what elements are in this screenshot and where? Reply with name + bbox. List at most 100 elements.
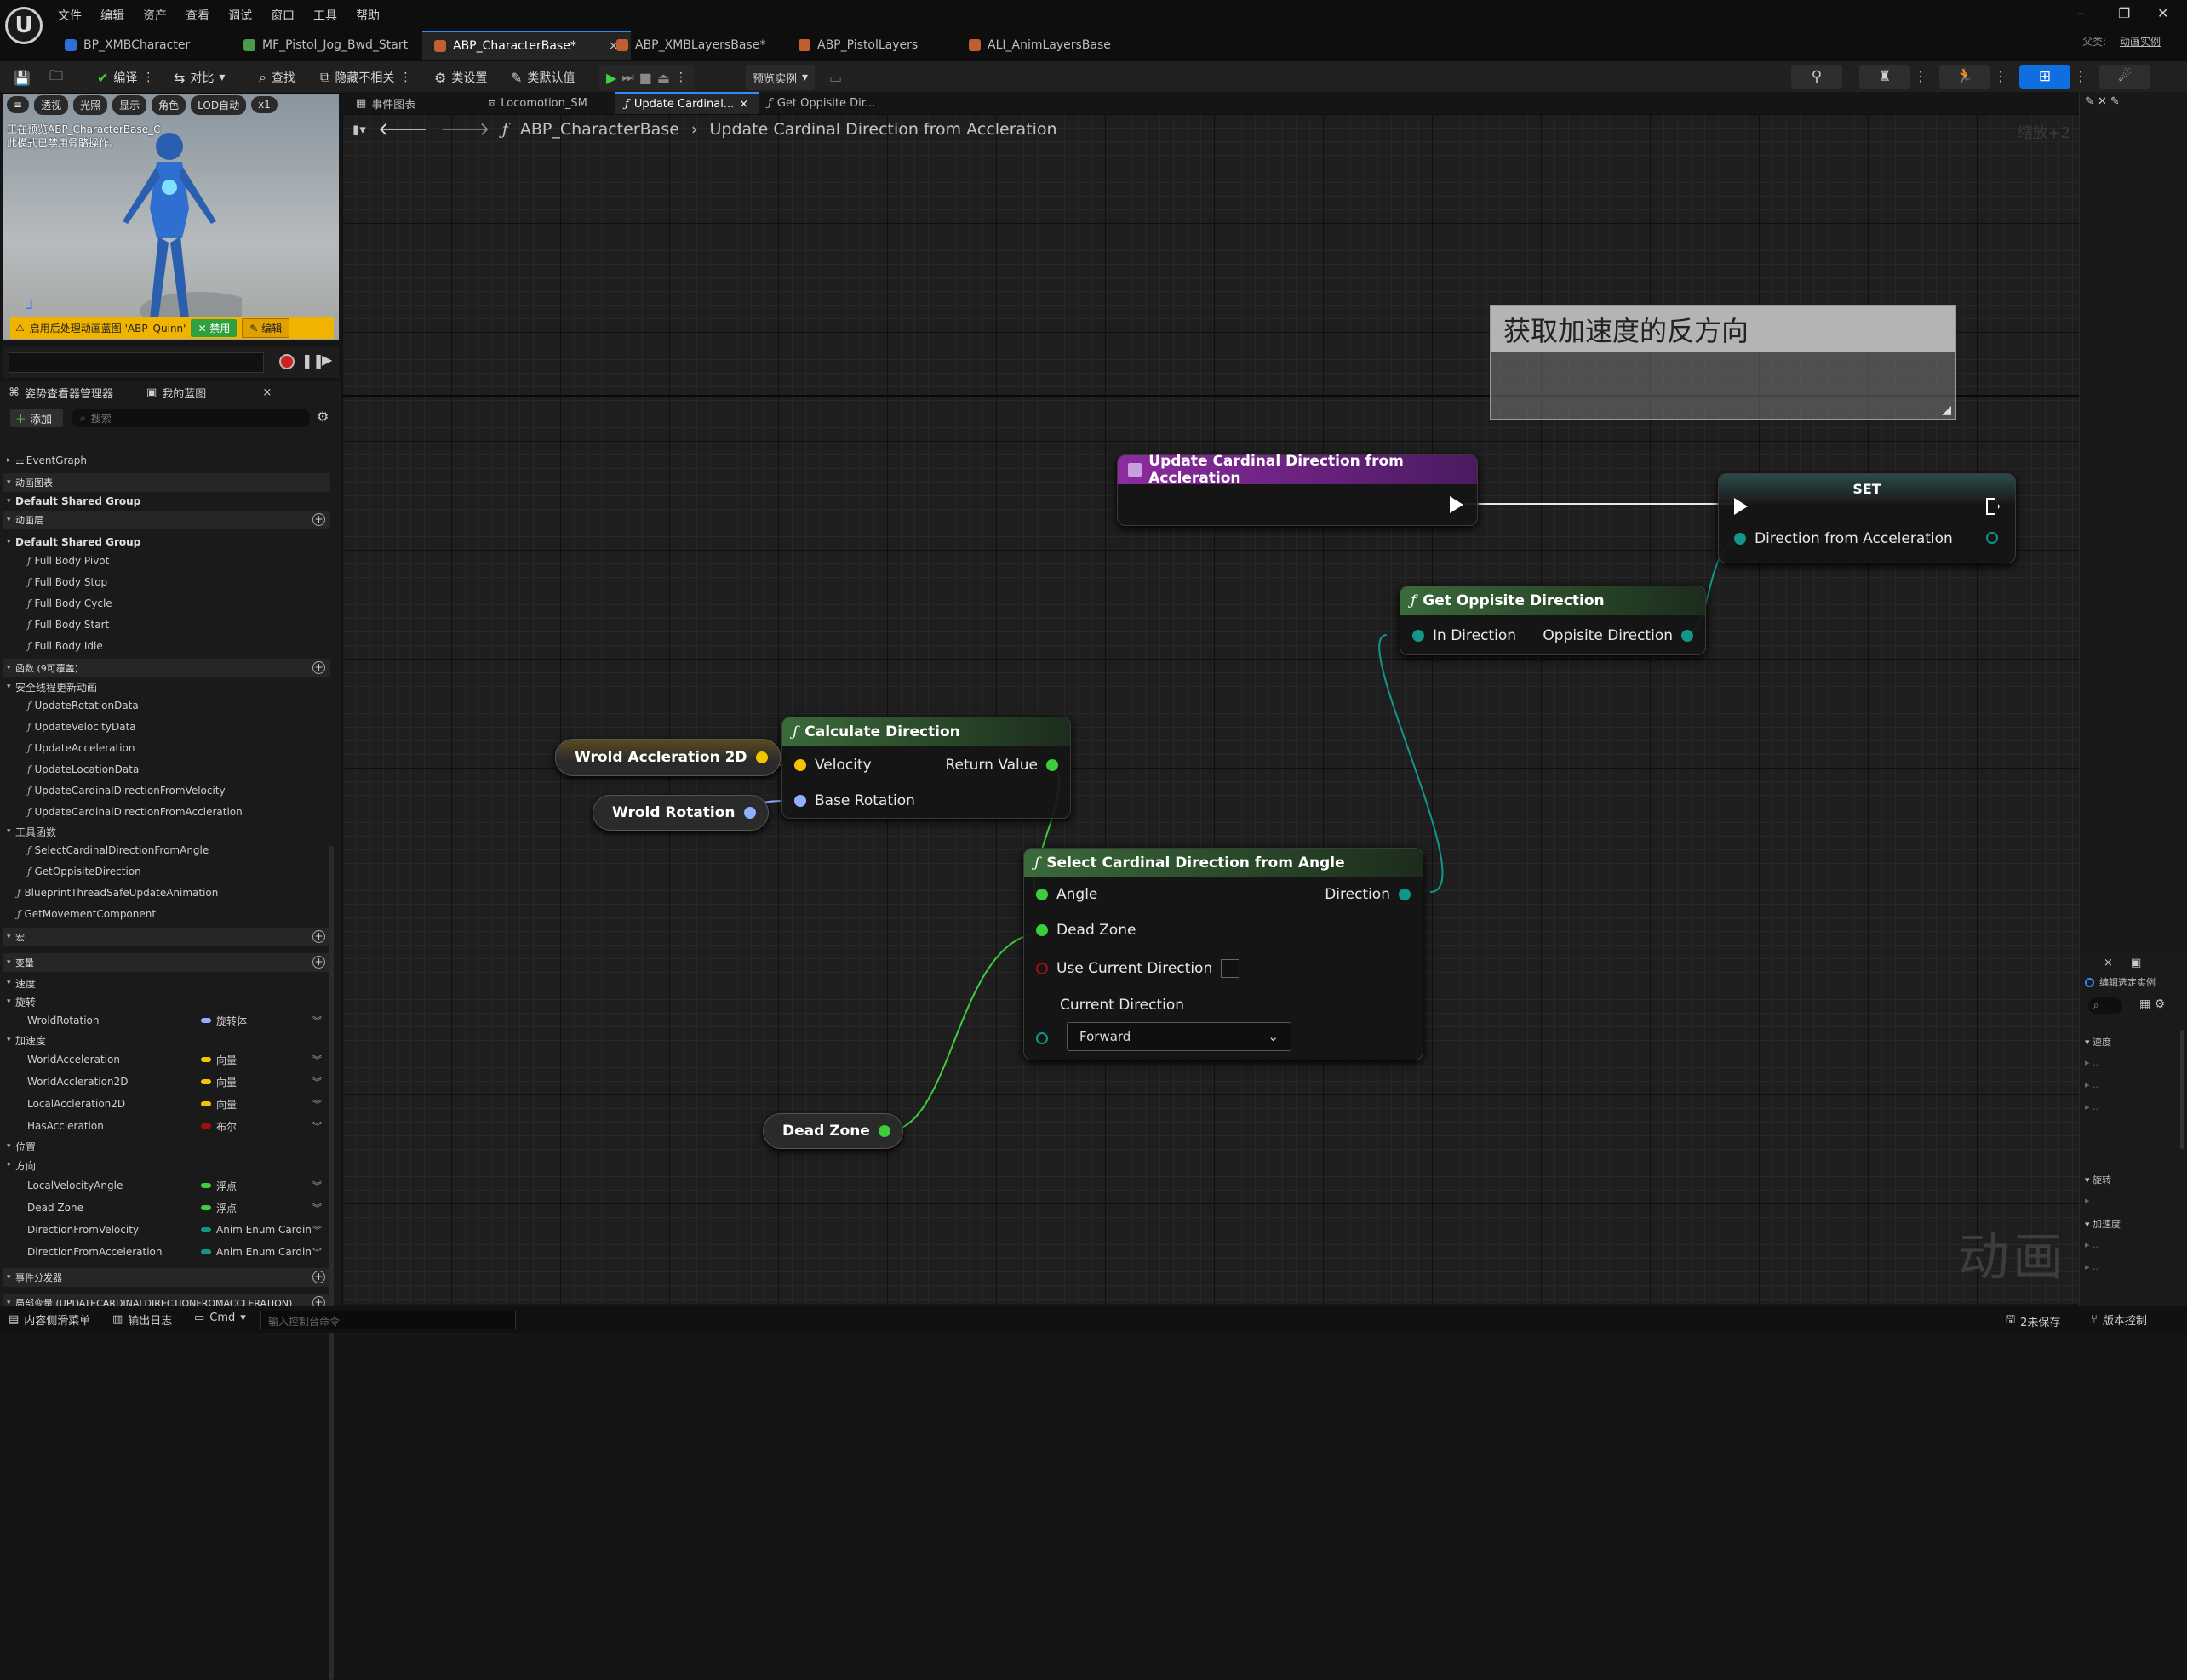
- edit-button[interactable]: ✎ 编辑: [242, 317, 290, 338]
- section-header[interactable]: ▾ 动画图表: [3, 473, 330, 492]
- function-row[interactable]: ƒ UpdateLocationData: [3, 760, 330, 779]
- physics-mode-button[interactable]: ☄: [2099, 65, 2150, 89]
- variable-row[interactable]: WorldAcceleration 向量 ︾: [3, 1050, 330, 1069]
- property-row[interactable]: ▸ ..: [2085, 1239, 2098, 1250]
- current-direction-pin[interactable]: [1036, 1032, 1048, 1044]
- playback-speed-chip[interactable]: x1: [251, 96, 278, 113]
- get-oppisite-direction-node[interactable]: ƒ Get Oppisite Direction In Direction Opp…: [1400, 586, 1706, 655]
- more-icon[interactable]: ⋮: [1914, 68, 1927, 84]
- variable-type[interactable]: 浮点: [201, 1201, 237, 1215]
- function-row[interactable]: ƒ GetOppisiteDirection: [3, 862, 330, 881]
- property-row[interactable]: ▸ ..: [2085, 1261, 2098, 1272]
- step-icon[interactable]: ⏭: [621, 69, 633, 86]
- show-chip[interactable]: 显示: [112, 94, 147, 115]
- category-rotation[interactable]: ▾ 旋转: [2085, 1173, 2111, 1186]
- viewport-menu-icon[interactable]: ≡: [7, 96, 30, 113]
- restore-button[interactable]: ❐: [2118, 5, 2130, 21]
- graph-canvas[interactable]: ▮▾ 🡐 🡒 ƒ ABP_CharacterBase › Update Card…: [342, 114, 2079, 1304]
- expand-icon[interactable]: ▾: [7, 827, 15, 836]
- visibility-icon[interactable]: ︾: [312, 1075, 322, 1089]
- dead-zone-pin[interactable]: Dead Zone: [1036, 922, 1136, 939]
- menu-file[interactable]: 文件: [58, 7, 82, 24]
- expand-icon[interactable]: ▾: [7, 1142, 15, 1151]
- close-window-button[interactable]: ✕: [2157, 5, 2168, 21]
- more-icon[interactable]: ⋮: [1994, 68, 2007, 84]
- gear-icon[interactable]: ⚙: [317, 409, 329, 425]
- direction-out-pin[interactable]: Direction: [1325, 886, 1411, 903]
- section-header[interactable]: ▾ 函数 (9可覆盖) +: [3, 659, 330, 677]
- visibility-icon[interactable]: ︾: [312, 1014, 322, 1027]
- play-icon[interactable]: ▶: [606, 70, 616, 86]
- stop-icon[interactable]: ■: [639, 70, 652, 86]
- use-current-direction-pin[interactable]: Use Current Direction: [1036, 959, 1240, 978]
- expand-icon[interactable]: ▾: [7, 516, 15, 524]
- property-row[interactable]: ▸ ..: [2085, 1101, 2098, 1112]
- diff-button[interactable]: ⇆ 对比 ▾: [167, 65, 232, 90]
- blueprint-search-input[interactable]: ⌕ 搜索: [72, 409, 310, 427]
- variable-row[interactable]: Dead Zone 浮点 ︾: [3, 1198, 330, 1217]
- current-direction-dropdown[interactable]: Forward ⌄: [1067, 1022, 1291, 1051]
- function-row[interactable]: ƒ BlueprintThreadSafeUpdateAnimation: [3, 883, 330, 902]
- expand-icon[interactable]: ▾: [7, 933, 15, 941]
- category-row[interactable]: ▾ 位置: [3, 1137, 330, 1156]
- function-row[interactable]: ƒ UpdateVelocityData: [3, 717, 330, 736]
- play-icon[interactable]: ▶: [322, 351, 332, 368]
- close-icon[interactable]: ×: [262, 386, 272, 399]
- menu-debug[interactable]: 调试: [228, 7, 252, 24]
- category-speed[interactable]: ▾ 速度: [2085, 1035, 2111, 1049]
- base-rotation-pin[interactable]: Base Rotation: [794, 792, 915, 809]
- function-row[interactable]: ƒ Full Body Start: [3, 615, 330, 634]
- cmd-dropdown[interactable]: ▭ Cmd ▾: [194, 1311, 246, 1324]
- expand-icon[interactable]: ▾: [7, 979, 15, 987]
- menu-view[interactable]: 查看: [186, 7, 209, 24]
- preview-viewport[interactable]: ≡ 透视 光照 显示 角色 LOD自动 x1 正在预览ABP_Character…: [3, 94, 339, 340]
- property-row[interactable]: ▸ ..: [2085, 1079, 2098, 1090]
- grid-icon[interactable]: ▦ ⚙: [2139, 997, 2165, 1011]
- skeleton-mode-button[interactable]: ⚲: [1791, 65, 1842, 89]
- category-row[interactable]: ▾ Default Shared Group: [3, 533, 330, 551]
- category-row[interactable]: ▾ 工具函数: [3, 822, 330, 841]
- find-button[interactable]: ⌕ 查找: [252, 65, 302, 90]
- in-direction-pin[interactable]: In Direction: [1412, 627, 1516, 644]
- variable-type[interactable]: 向量: [201, 1075, 237, 1089]
- use-current-direction-checkbox[interactable]: [1221, 959, 1240, 978]
- tab-pose-watch[interactable]: ⌘ 姿势查看器管理器: [9, 385, 113, 401]
- add-icon[interactable]: +: [312, 513, 325, 526]
- expand-icon[interactable]: ▾: [7, 497, 15, 506]
- select-cardinal-direction-node[interactable]: ƒ Select Cardinal Direction from Angle An…: [1023, 848, 1423, 1060]
- add-button[interactable]: ＋添加: [10, 409, 63, 427]
- var-dead-zone[interactable]: Dead Zone: [763, 1113, 903, 1149]
- doc-tab-abp-xmblayersbase[interactable]: ABP_XMBLayersBase*: [604, 31, 777, 60]
- visibility-icon[interactable]: ︾: [312, 1201, 322, 1214]
- function-row[interactable]: ƒ UpdateRotationData: [3, 696, 330, 715]
- comment-title[interactable]: 获取加速度的反方向: [1491, 306, 1955, 352]
- category-acceleration[interactable]: ▾ 加速度: [2085, 1217, 2121, 1231]
- more-icon[interactable]: ⋮: [675, 71, 687, 84]
- hide-unrelated-button[interactable]: ⧉ 隐藏不相关 ⋮: [313, 65, 418, 90]
- function-row[interactable]: ƒ UpdateAcceleration: [3, 739, 330, 757]
- search-input[interactable]: ⌕: [2088, 997, 2122, 1014]
- preview-instance-dropdown[interactable]: 预览实例 ▾: [746, 65, 816, 90]
- source-control-button[interactable]: ⑂ 版本控制: [2091, 1311, 2147, 1328]
- var-wrold-accleration-2d[interactable]: Wrold Accleration 2D: [555, 739, 781, 776]
- variable-row[interactable]: DirectionFromVelocity Anim Enum Cardin ︾: [3, 1220, 330, 1239]
- visibility-icon[interactable]: ︾: [312, 1245, 322, 1259]
- class-defaults-button[interactable]: ✎ 类默认值: [504, 65, 581, 90]
- variable-type[interactable]: 布尔: [201, 1119, 237, 1134]
- expand-icon[interactable]: ▾: [7, 1273, 15, 1282]
- tab-my-blueprint[interactable]: ▣ 我的蓝图 ×: [146, 385, 272, 401]
- visibility-icon[interactable]: ︾: [312, 1053, 322, 1066]
- set-node[interactable]: SET Direction from Acceleration: [1718, 473, 2016, 563]
- category-row[interactable]: ▾ 安全线程更新动画: [3, 677, 330, 696]
- expand-icon[interactable]: ▾: [7, 664, 15, 672]
- doc-tab-mf-pistol[interactable]: MF_Pistol_Jog_Bwd_Start: [232, 31, 420, 60]
- expand-icon[interactable]: ▾: [7, 1161, 15, 1169]
- menu-help[interactable]: 帮助: [356, 7, 380, 24]
- menu-assets[interactable]: 资产: [143, 7, 167, 24]
- variable-row[interactable]: HasAccleration 布尔 ︾: [3, 1117, 330, 1135]
- add-icon[interactable]: +: [312, 956, 325, 969]
- variable-row[interactable]: LocalAccleration2D 向量 ︾: [3, 1094, 330, 1113]
- section-header[interactable]: ▾ 事件分发器 +: [3, 1268, 330, 1287]
- output-pin[interactable]: [1986, 532, 1998, 544]
- angle-pin[interactable]: Angle: [1036, 886, 1097, 903]
